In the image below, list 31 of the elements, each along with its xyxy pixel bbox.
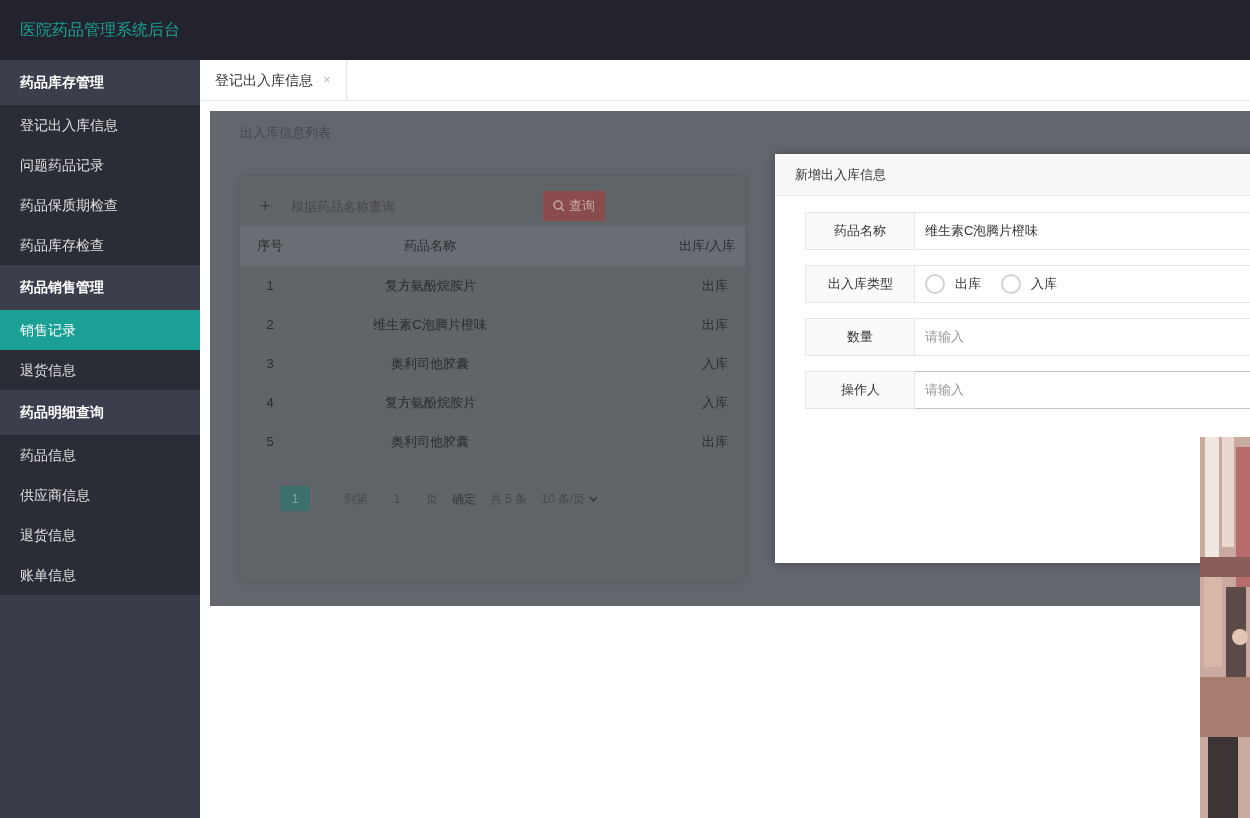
tab-label: 登记出入库信息: [215, 70, 313, 90]
table-cell-text: 2: [265, 315, 275, 334]
sidebar-item[interactable]: 供应商信息: [0, 475, 200, 515]
radio-option[interactable]: 出库: [925, 274, 981, 294]
column-header: 出库/入库: [678, 237, 736, 256]
sidebar-item[interactable]: 问题药品记录: [0, 145, 200, 185]
app-title: 医院药品管理系统后台: [20, 20, 180, 40]
table-cell-text: 1: [265, 276, 275, 295]
input-field[interactable]: 请输入: [915, 371, 1250, 409]
radio-option[interactable]: 入库: [1001, 274, 1057, 294]
table-cell-text: 4: [265, 393, 275, 412]
input-field[interactable]: 请输入: [915, 318, 1250, 356]
sidebar-item[interactable]: 退货信息: [0, 515, 200, 555]
column-header: 药品名称: [403, 237, 457, 256]
field-label: 操作人: [805, 371, 915, 409]
field-label: 数量: [805, 318, 915, 356]
dialog-title: 新增出入库信息: [795, 165, 886, 184]
search-icon: [552, 200, 565, 212]
sidebar-item[interactable]: 退货信息: [0, 350, 200, 390]
field-label: 药品名称: [805, 212, 915, 250]
table-cell-text: 5: [265, 432, 275, 451]
table-cell-text: 3: [265, 354, 275, 373]
input-field[interactable]: 维生素C泡腾片橙味: [915, 212, 1250, 250]
column-header: 序号: [256, 237, 284, 256]
sidebar-item[interactable]: 药品信息: [0, 435, 200, 475]
sidebar-item[interactable]: 药品库存检查: [0, 225, 200, 265]
sidebar-item[interactable]: 药品保质期检查: [0, 185, 200, 225]
field-label: 出入库类型: [805, 265, 915, 303]
caret-icon: [589, 495, 599, 502]
sidebar-item[interactable]: 账单信息: [0, 555, 200, 595]
sidebar-item[interactable]: 登记出入库信息: [0, 105, 200, 145]
